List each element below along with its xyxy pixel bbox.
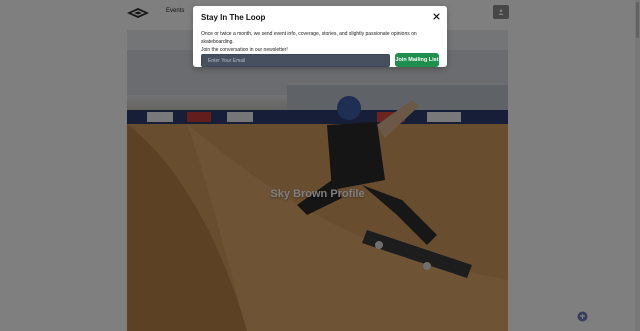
close-button[interactable] — [431, 11, 441, 21]
newsletter-modal: Stay In The Loop Once or twice a month, … — [193, 6, 447, 67]
modal-title: Stay In The Loop — [201, 13, 266, 22]
modal-description: Once or twice a month, we send event inf… — [201, 30, 441, 54]
email-input[interactable] — [201, 54, 390, 67]
modal-description-line-1: Once or twice a month, we send event inf… — [201, 31, 417, 45]
close-icon — [432, 12, 440, 20]
join-mailing-list-button[interactable]: Join Mailing List — [395, 53, 439, 67]
